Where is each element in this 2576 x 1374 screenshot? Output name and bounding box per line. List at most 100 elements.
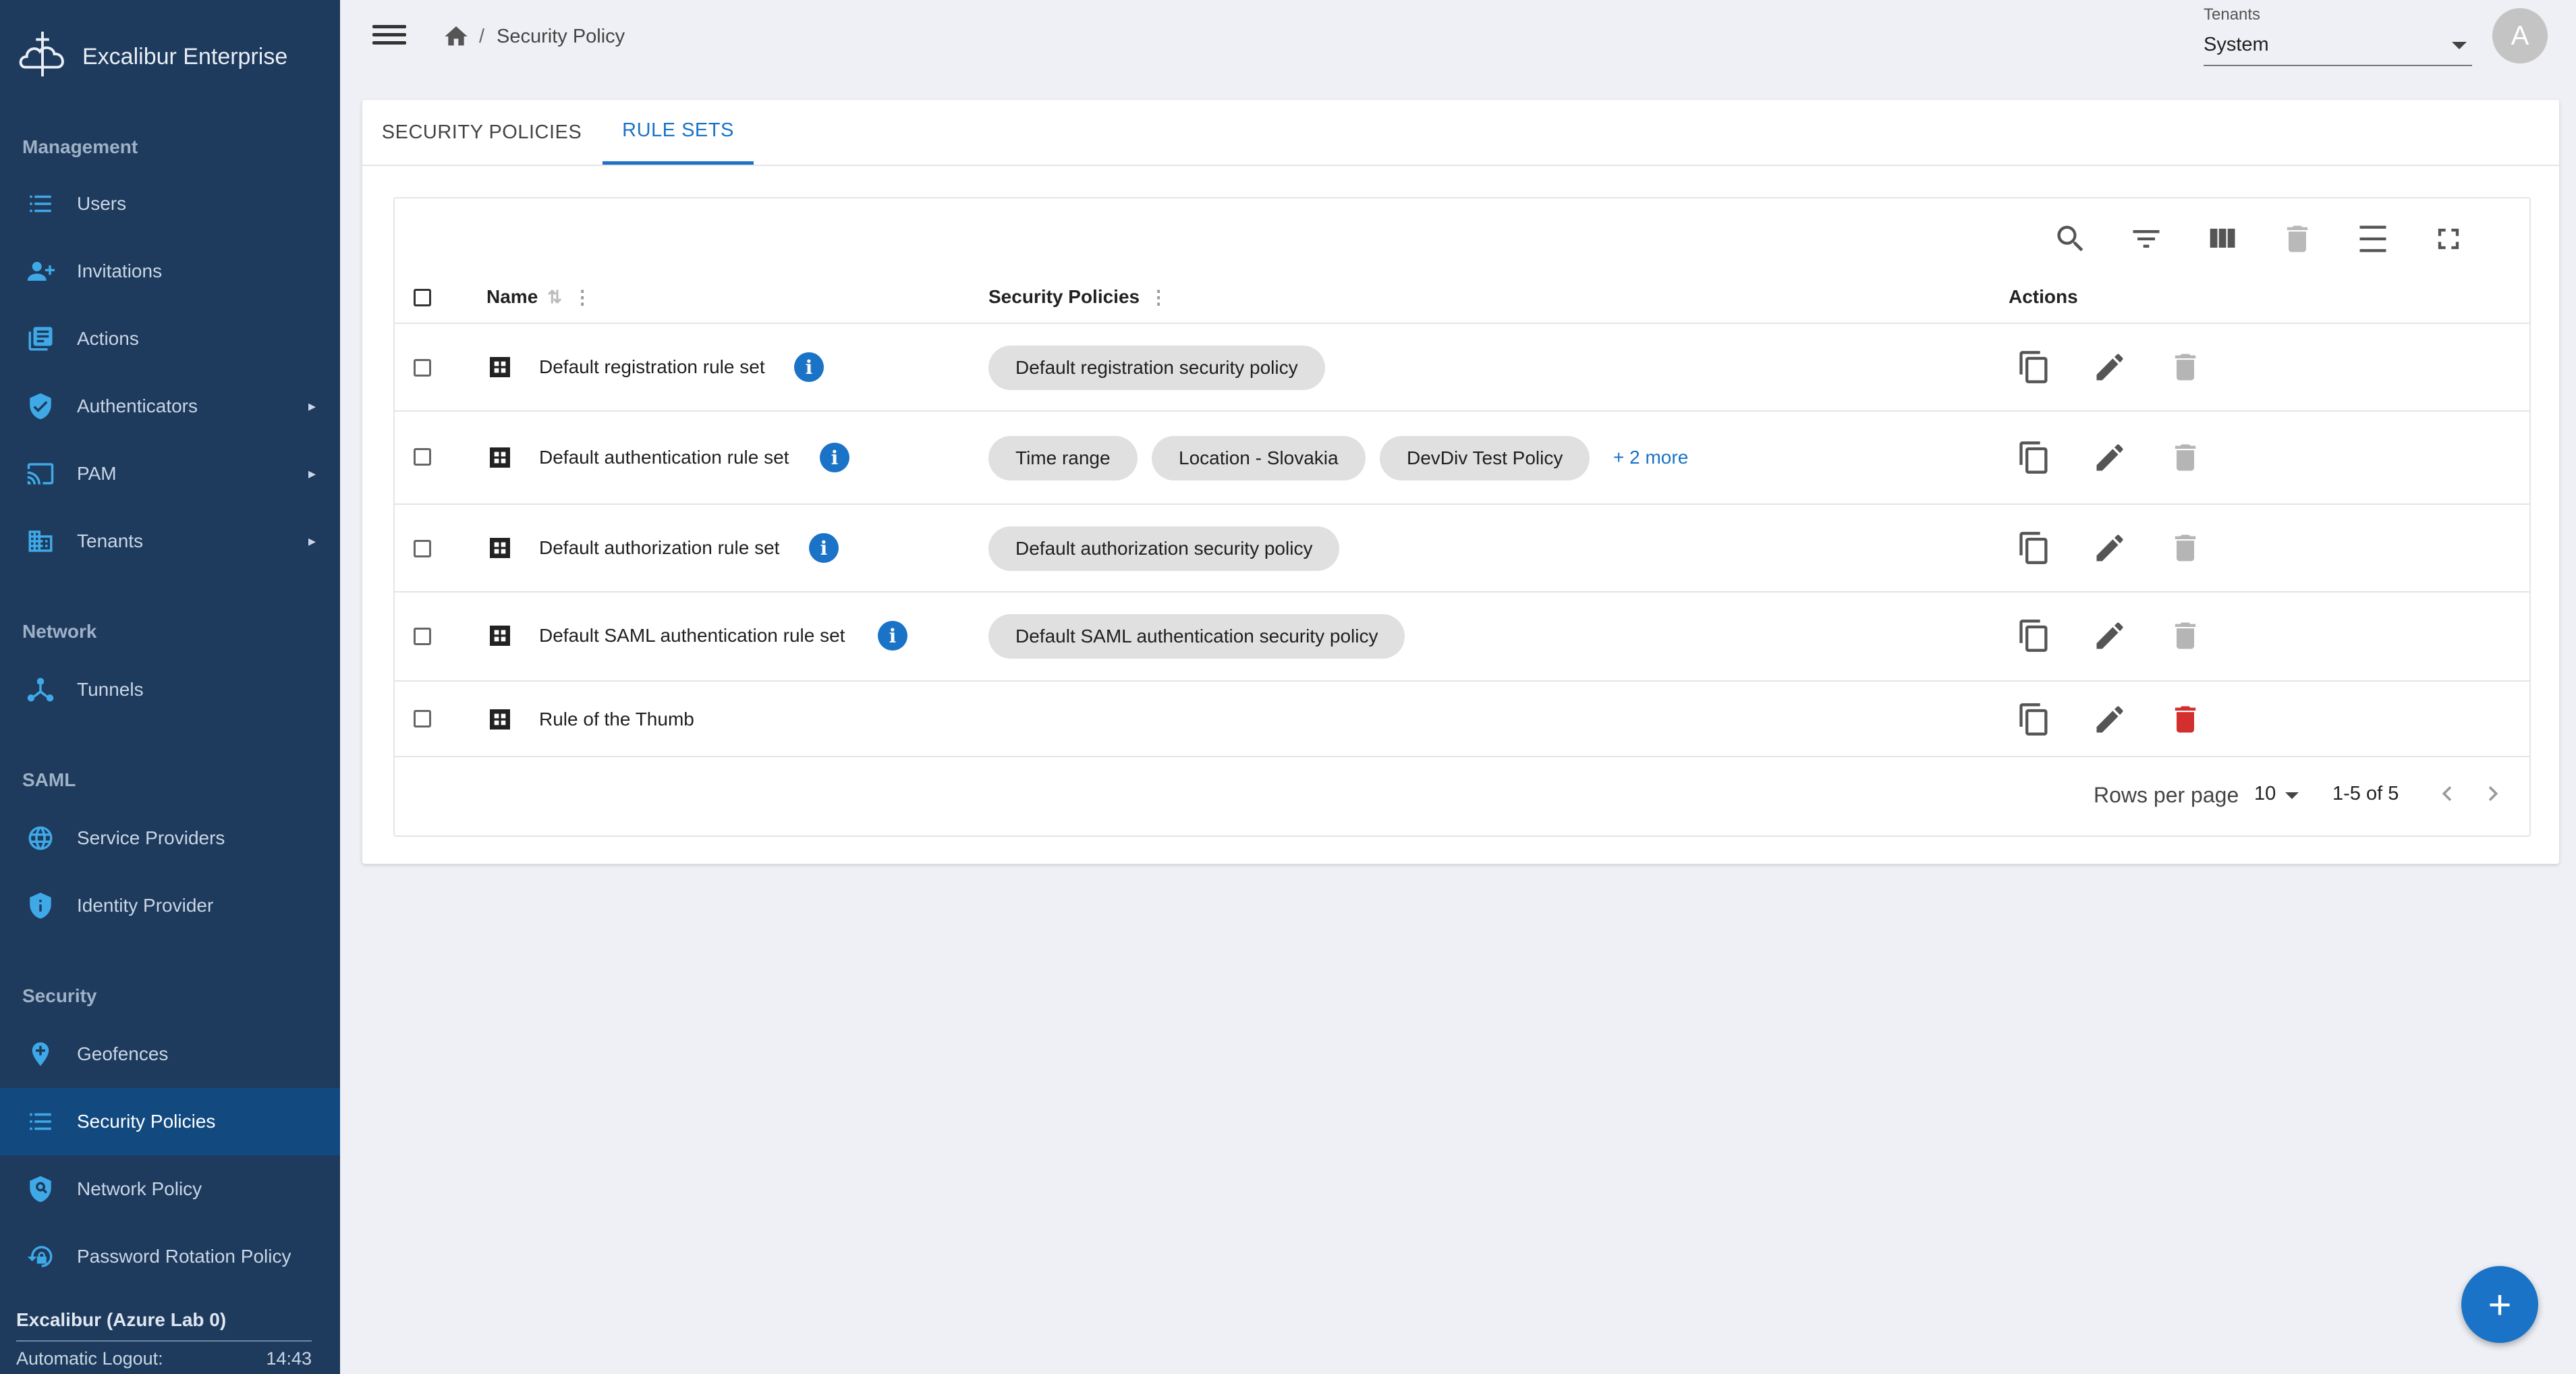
breadcrumb-current: Security Policy bbox=[497, 26, 625, 47]
sidebar-item-security-policies[interactable]: Security Policies bbox=[0, 1088, 340, 1155]
previous-page-icon[interactable] bbox=[2432, 779, 2462, 808]
rule-set-name: Default registration rule set bbox=[539, 356, 765, 377]
delete-icon[interactable] bbox=[2168, 702, 2203, 737]
menu-toggle-button[interactable] bbox=[372, 20, 406, 51]
edit-icon[interactable] bbox=[2092, 702, 2127, 737]
column-header-name-label: Name bbox=[486, 286, 538, 307]
sidebar-item-network-policy[interactable]: Network Policy bbox=[0, 1155, 340, 1223]
dropdown-arrow-icon bbox=[2452, 42, 2467, 49]
sidebar-item-geofences[interactable]: Geofences bbox=[0, 1020, 340, 1088]
sidebar-item-label: Network Policy bbox=[77, 1178, 202, 1199]
info-icon[interactable]: i bbox=[820, 443, 849, 472]
delete-icon[interactable] bbox=[2168, 618, 2203, 653]
sidebar-item-label: Password Rotation Policy bbox=[77, 1246, 291, 1267]
column-header-name[interactable]: Name ⇅ ⋮ bbox=[486, 283, 592, 310]
hamburger-icon bbox=[372, 25, 406, 28]
row-checkbox[interactable] bbox=[414, 359, 431, 377]
copy-icon[interactable] bbox=[2017, 702, 2052, 737]
home-icon[interactable] bbox=[443, 23, 470, 50]
chevron-right-icon: ▸ bbox=[308, 532, 316, 549]
sidebar-item-authenticators[interactable]: Authenticators ▸ bbox=[0, 373, 340, 440]
sidebar-item-users[interactable]: Users bbox=[0, 170, 340, 238]
copy-icon[interactable] bbox=[2017, 350, 2052, 385]
rule-set-grid-icon bbox=[486, 534, 513, 561]
sidebar-item-actions[interactable]: Actions bbox=[0, 305, 340, 373]
next-page-icon[interactable] bbox=[2478, 779, 2508, 808]
table-row: Default SAML authentication rule set i D… bbox=[395, 591, 2529, 682]
sidebar-item-tunnels[interactable]: Tunnels bbox=[0, 656, 340, 723]
sidebar-item-service-providers[interactable]: Service Providers bbox=[0, 804, 340, 872]
pagination-bar: Rows per page 10 1-5 of 5 bbox=[395, 756, 2529, 835]
tenant-select[interactable]: System bbox=[2204, 31, 2472, 66]
sidebar-item-label: Actions bbox=[77, 328, 139, 349]
row-checkbox[interactable] bbox=[414, 628, 431, 645]
rule-sets-card: SECURITY POLICIES RULE SETS Name ⇅ ⋮ Sec… bbox=[362, 100, 2559, 864]
policy-chip[interactable]: Default SAML authentication security pol… bbox=[988, 614, 1405, 659]
info-icon[interactable]: i bbox=[794, 352, 824, 382]
info-icon[interactable]: i bbox=[809, 533, 839, 563]
dropdown-arrow-icon[interactable] bbox=[2285, 792, 2299, 799]
density-icon[interactable] bbox=[2355, 221, 2390, 256]
rows-per-page-select[interactable]: 10 bbox=[2254, 783, 2276, 805]
rule-set-grid-icon bbox=[486, 622, 513, 649]
table-row: Default authentication rule set i Time r… bbox=[395, 410, 2529, 505]
policy-chip[interactable]: Default authorization security policy bbox=[988, 526, 1340, 571]
person-add-icon bbox=[26, 256, 55, 286]
delete-icon[interactable] bbox=[2168, 350, 2203, 385]
section-title-network: Network bbox=[22, 621, 97, 642]
sidebar: Excalibur Enterprise Management Users In… bbox=[0, 0, 340, 1374]
tenant-select-label: Tenants bbox=[2204, 5, 2261, 24]
chevron-right-icon: ▸ bbox=[308, 397, 316, 414]
column-menu-icon[interactable]: ⋮ bbox=[1149, 286, 1168, 308]
copy-icon[interactable] bbox=[2017, 618, 2052, 653]
info-icon[interactable]: i bbox=[878, 621, 907, 651]
row-checkbox[interactable] bbox=[414, 710, 431, 727]
columns-icon[interactable] bbox=[2204, 221, 2239, 256]
globe-icon bbox=[26, 823, 55, 853]
sidebar-item-identity-provider[interactable]: Identity Provider bbox=[0, 872, 340, 939]
sidebar-item-pam[interactable]: PAM ▸ bbox=[0, 440, 340, 507]
policy-chip[interactable]: Location - Slovakia bbox=[1152, 436, 1366, 480]
row-checkbox[interactable] bbox=[414, 448, 431, 466]
search-icon[interactable] bbox=[2053, 221, 2088, 256]
more-policies-link[interactable]: + 2 more bbox=[1613, 447, 1688, 468]
fullscreen-icon[interactable] bbox=[2431, 221, 2466, 256]
pagination-range: 1-5 of 5 bbox=[2332, 783, 2399, 804]
edit-icon[interactable] bbox=[2092, 440, 2127, 475]
avatar[interactable]: A bbox=[2492, 8, 2548, 63]
copy-icon[interactable] bbox=[2017, 530, 2052, 566]
column-header-security-policies[interactable]: Security Policies ⋮ bbox=[988, 283, 1168, 310]
sidebar-item-label: Invitations bbox=[77, 260, 163, 281]
tab-security-policies[interactable]: SECURITY POLICIES bbox=[362, 100, 601, 165]
auto-logout-label: Automatic Logout: bbox=[16, 1348, 163, 1369]
policy-chip[interactable]: Default registration security policy bbox=[988, 346, 1325, 390]
rule-set-grid-icon bbox=[486, 444, 513, 471]
copy-icon[interactable] bbox=[2017, 440, 2052, 475]
policy-chip[interactable]: DevDiv Test Policy bbox=[1380, 436, 1590, 480]
sidebar-item-label: Identity Provider bbox=[77, 895, 214, 916]
sidebar-item-password-rotation-policy[interactable]: Password Rotation Policy bbox=[0, 1223, 340, 1290]
cast-icon bbox=[26, 459, 55, 489]
edit-icon[interactable] bbox=[2092, 530, 2127, 566]
sidebar-item-tenants[interactable]: Tenants ▸ bbox=[0, 507, 340, 575]
rule-sets-table: Name ⇅ ⋮ Security Policies ⋮ Actions Def… bbox=[393, 197, 2531, 837]
filter-icon[interactable] bbox=[2129, 221, 2164, 256]
delete-selected-icon[interactable] bbox=[2280, 221, 2315, 256]
brand[interactable]: Excalibur Enterprise bbox=[16, 30, 287, 84]
row-checkbox[interactable] bbox=[414, 540, 431, 557]
select-all-checkbox[interactable] bbox=[414, 289, 431, 306]
rule-set-name: Default authentication rule set bbox=[539, 447, 789, 468]
delete-icon[interactable] bbox=[2168, 530, 2203, 566]
edit-icon[interactable] bbox=[2092, 350, 2127, 385]
sidebar-item-invitations[interactable]: Invitations bbox=[0, 238, 340, 305]
add-rule-set-button[interactable]: + bbox=[2461, 1266, 2538, 1343]
edit-icon[interactable] bbox=[2092, 618, 2127, 653]
policy-chip[interactable]: Time range bbox=[988, 436, 1138, 480]
column-menu-icon[interactable]: ⋮ bbox=[573, 286, 592, 308]
sidebar-item-label: Tenants bbox=[77, 530, 144, 551]
hub-icon bbox=[26, 675, 55, 705]
lock-reset-icon bbox=[26, 1242, 55, 1271]
delete-icon[interactable] bbox=[2168, 440, 2203, 475]
sort-icon[interactable]: ⇅ bbox=[547, 287, 562, 308]
tab-rule-sets[interactable]: RULE SETS bbox=[603, 100, 754, 165]
